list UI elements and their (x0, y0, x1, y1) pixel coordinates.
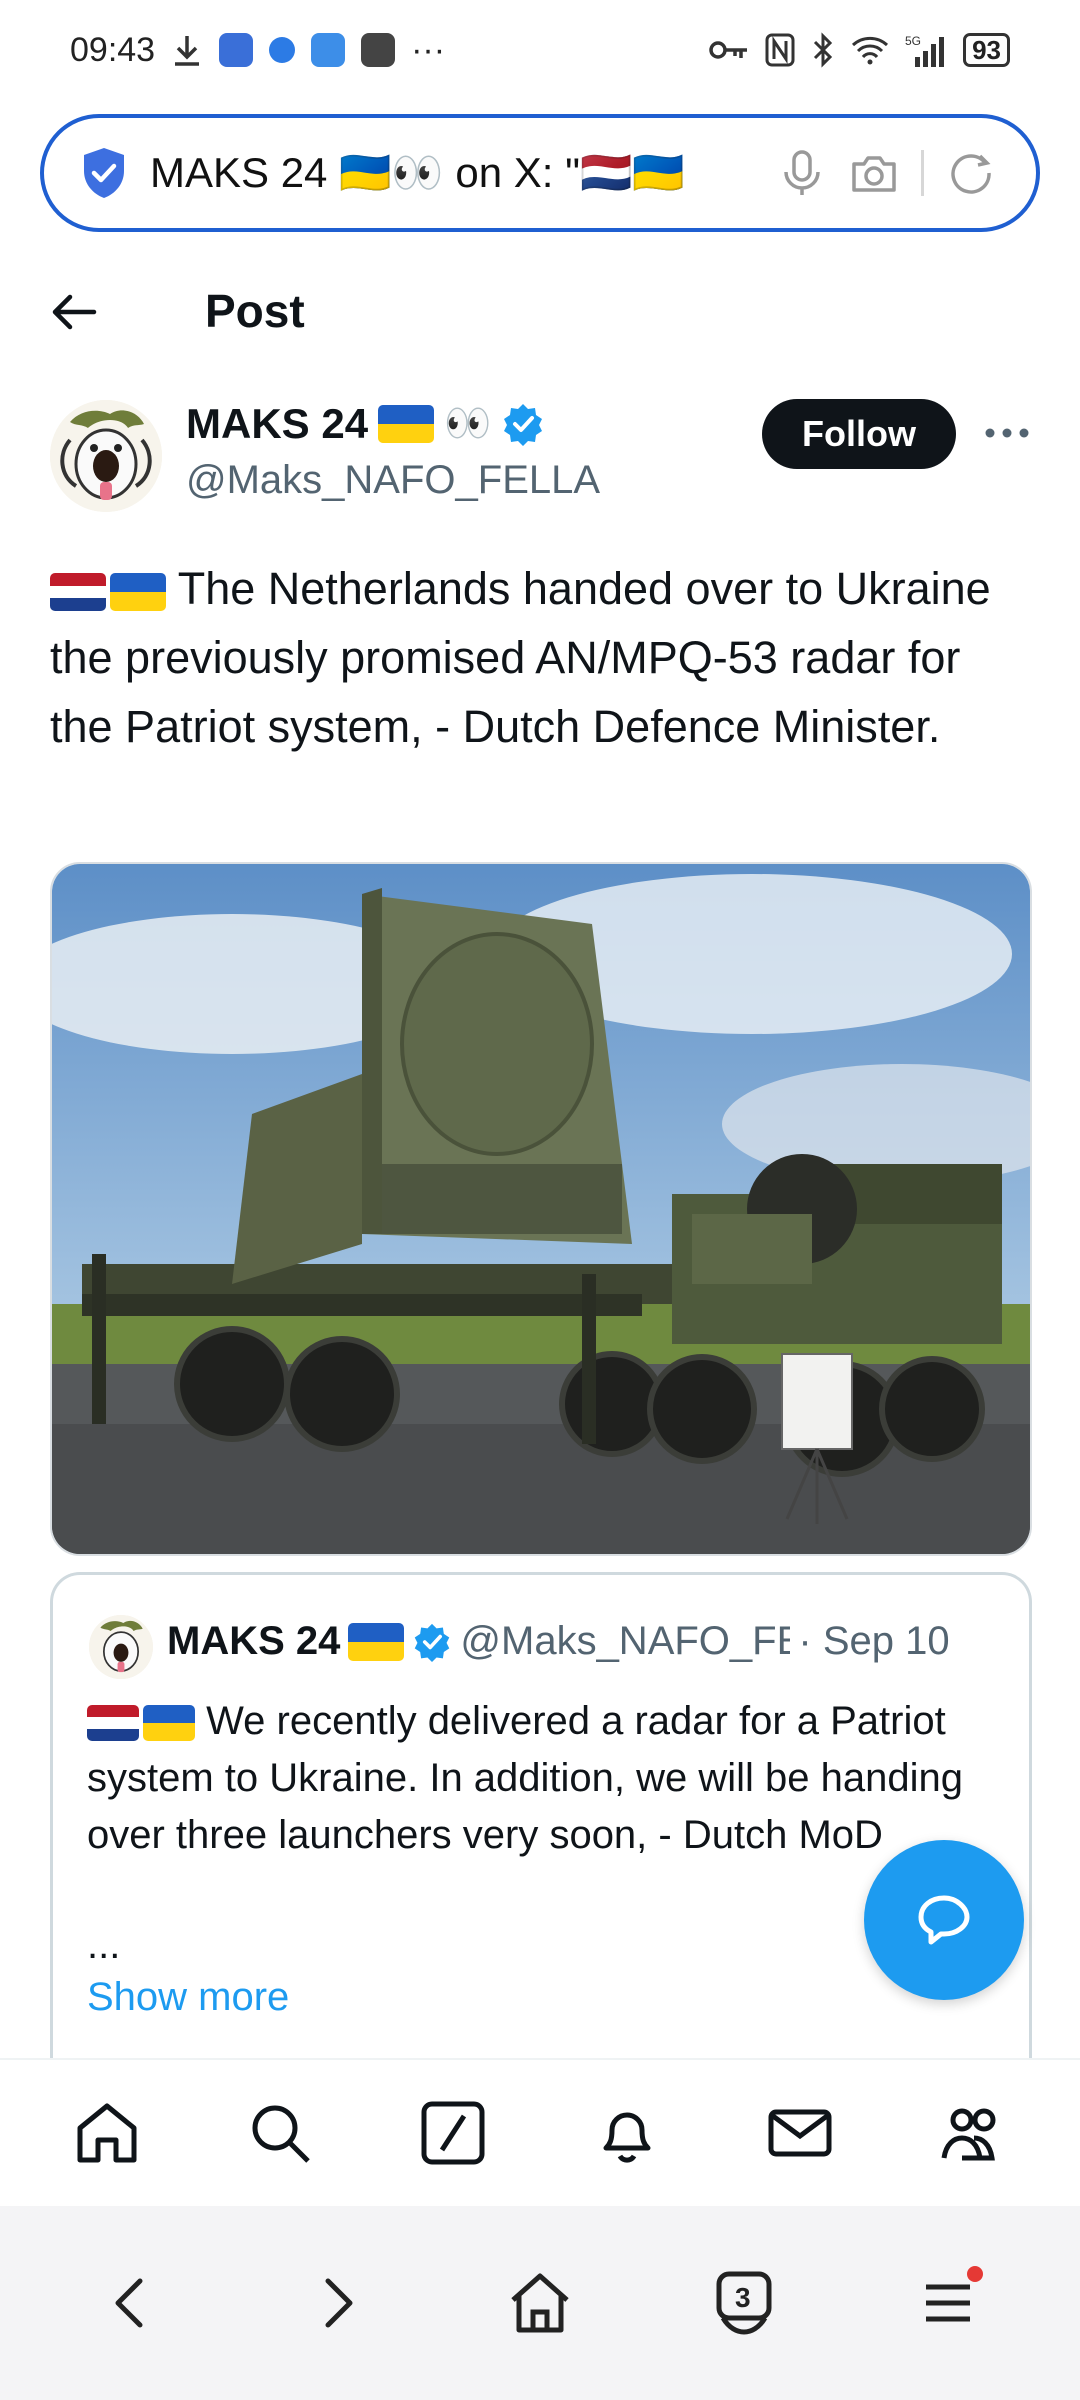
address-bar[interactable]: MAKS 24 🇺🇦👀 on X: "🇳🇱🇺🇦 (40, 114, 1040, 232)
url-text[interactable]: MAKS 24 🇺🇦👀 on X: "🇳🇱🇺🇦 (150, 149, 755, 198)
verified-badge-icon (415, 1623, 450, 1662)
tab-count: 3 (735, 2282, 751, 2313)
quote-avatar[interactable] (89, 1615, 153, 1679)
more-options-icon[interactable] (982, 418, 1032, 448)
svg-text:5G: 5G (905, 34, 921, 48)
ukraine-flag-icon (378, 405, 435, 443)
quote-author-handle[interactable]: @Maks_NAFO_FEl (460, 1619, 790, 1664)
netherlands-flag-icon (87, 1705, 139, 1742)
communities-icon (941, 2108, 996, 2161)
author-name-row[interactable]: MAKS 24 👀 (186, 400, 545, 448)
author-name[interactable]: MAKS 24 (186, 400, 368, 448)
quote-ellipsis: ... (87, 1923, 121, 1967)
nfc-icon (765, 33, 795, 67)
page-title: Post (205, 285, 305, 337)
notification-dot (967, 2266, 983, 2282)
home-icon (511, 2273, 569, 2333)
show-more-link[interactable]: Show more (87, 1975, 289, 2020)
quote-body: We recently delivered a radar for a Patr… (87, 1699, 964, 1857)
browser-forward-button[interactable] (291, 2258, 381, 2348)
back-arrow-icon[interactable] (48, 286, 100, 338)
ukraine-flag-icon (110, 573, 166, 612)
nav-communities[interactable] (933, 2093, 1013, 2173)
more-notifications: ··· (411, 30, 446, 69)
speech-bubble-icon (918, 1895, 970, 1945)
quoted-post[interactable]: MAKS 24 @Maks_NAFO_FEl · Sep 10 We recen… (50, 1572, 1032, 2072)
address-divider (921, 150, 924, 196)
eyes-emoji: 👀 (444, 403, 492, 445)
post-image[interactable] (50, 862, 1032, 1556)
download-icon (175, 36, 200, 66)
avatar-dog-icon (50, 400, 162, 512)
netherlands-flag-icon (50, 573, 106, 612)
browser-toolbar: 3 (0, 2206, 1080, 2400)
ukraine-flag-icon (143, 1705, 195, 1742)
signal-icon: 5G (905, 34, 945, 67)
app-notification-icon (361, 33, 396, 67)
ukraine-flag-icon (348, 1622, 405, 1661)
bluetooth-icon (814, 32, 833, 68)
app-notification-icon (311, 33, 346, 67)
search-icon (252, 2105, 310, 2163)
key-icon (709, 41, 748, 59)
post-text: The Netherlands handed over to Ukraine t… (50, 554, 1030, 761)
battery-indicator: 93 (963, 33, 1010, 67)
post-header: Post (0, 262, 1080, 362)
quote-author-name[interactable]: MAKS 24 (167, 1619, 340, 1664)
mail-icon (768, 2109, 832, 2157)
chevron-left-icon (115, 2278, 143, 2328)
home-icon (77, 2103, 137, 2163)
camera-icon[interactable] (849, 148, 899, 198)
quote-header: MAKS 24 @Maks_NAFO_FEl · Sep 10 (167, 1619, 1027, 1664)
microphone-icon[interactable] (777, 148, 827, 198)
bottom-navigation (0, 2058, 1080, 2206)
browser-back-button[interactable] (87, 2258, 177, 2348)
nav-notifications[interactable] (587, 2093, 667, 2173)
nav-home[interactable] (67, 2093, 147, 2173)
compose-reply-button[interactable] (864, 1840, 1024, 2000)
avatar[interactable] (50, 400, 162, 512)
wifi-icon (852, 36, 889, 65)
post-body: The Netherlands handed over to Ukraine t… (50, 563, 991, 752)
browser-home-button[interactable] (495, 2258, 585, 2348)
author-handle[interactable]: @Maks_NAFO_FELLA (186, 458, 600, 503)
browser-menu-button[interactable] (903, 2258, 993, 2348)
avatar-dog-icon (89, 1615, 153, 1679)
app-notification-icon (269, 37, 296, 63)
quote-date: · Sep 10 (798, 1619, 950, 1663)
status-time: 09:43 (70, 30, 156, 69)
radar-vehicle-photo (52, 864, 1030, 1554)
menu-icon (926, 2284, 970, 2322)
status-bar: 09:43 ··· 5G 93 (0, 0, 1080, 100)
nav-grok[interactable] (413, 2093, 493, 2173)
quote-text: We recently delivered a radar for a Patr… (87, 1693, 987, 1864)
app-notification-icon (219, 33, 254, 67)
browser-tabs-button[interactable]: 3 (699, 2258, 789, 2348)
chevron-right-icon (325, 2278, 353, 2328)
grok-icon (421, 2101, 485, 2165)
follow-button[interactable]: Follow (762, 399, 956, 469)
nav-messages[interactable] (760, 2093, 840, 2173)
verified-badge-icon[interactable] (501, 402, 545, 446)
bell-icon (603, 2112, 651, 2163)
reload-icon[interactable] (946, 148, 996, 198)
nav-search[interactable] (240, 2093, 320, 2173)
shield-icon[interactable] (80, 146, 128, 200)
